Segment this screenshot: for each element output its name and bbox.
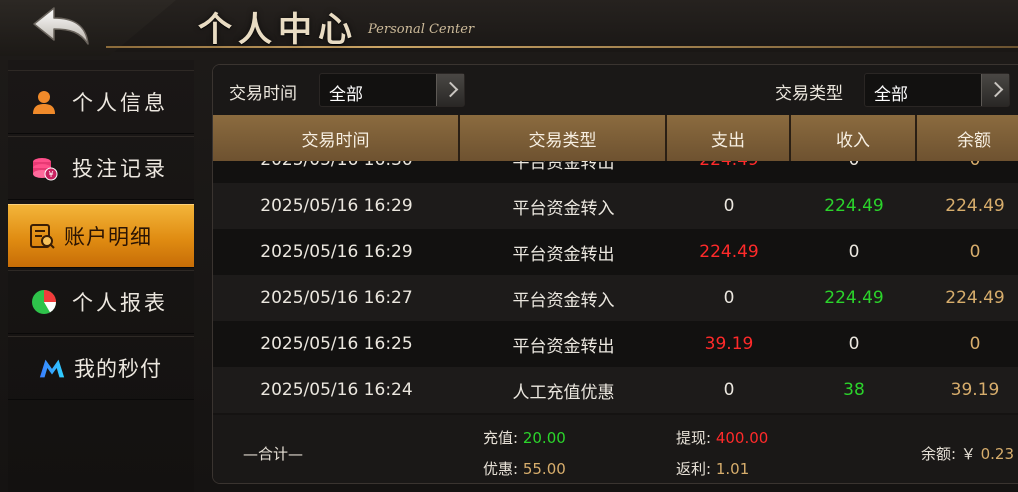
cell-time: 2025/05/16 16:24 bbox=[260, 380, 413, 400]
cell-time: 2025/05/16 16:27 bbox=[260, 288, 413, 308]
time-filter-value: 全部 bbox=[329, 85, 363, 105]
cell-time: 2025/05/16 16:29 bbox=[260, 242, 413, 262]
recharge-label: 充值: bbox=[483, 429, 519, 447]
table-row: 2025/05/16 16:30 平台资金转出 224.49 0 0 bbox=[213, 161, 1018, 183]
cell-time: 2025/05/16 16:30 bbox=[213, 161, 460, 183]
column-header-expense: 支出 bbox=[667, 115, 791, 161]
header-bar: 个人中心 Personal Center bbox=[0, 0, 1018, 56]
sidebar-item-label: 我的秒付 bbox=[74, 357, 162, 381]
m-logo-icon bbox=[38, 354, 66, 382]
sidebar-item-label: 个人信息 bbox=[72, 91, 168, 115]
balance-value: 0.23 bbox=[980, 445, 1015, 463]
chevron-right-icon bbox=[436, 74, 464, 106]
table-row: 2025/05/16 16:29 平台资金转出 224.49 0 0 bbox=[213, 229, 1018, 275]
table-header: 交易时间 交易类型 支出 收入 余额 bbox=[213, 115, 1018, 161]
back-arrow-icon bbox=[33, 7, 89, 45]
cell-income: 0 bbox=[848, 242, 860, 262]
bonus-label: 优惠: bbox=[483, 460, 519, 478]
cell-type: 平台资金转出 bbox=[512, 244, 615, 265]
cell-income: 0 bbox=[848, 334, 860, 354]
sidebar: 个人信息 ¥ 投注记录 账户明细 个人报表 我的秒付 bbox=[8, 60, 194, 492]
cell-time: 2025/05/16 16:29 bbox=[260, 196, 413, 216]
page-subtitle: Personal Center bbox=[368, 22, 475, 37]
cell-balance: 39.19 bbox=[950, 380, 1000, 400]
balance-label: 余额: ￥ bbox=[921, 445, 976, 463]
table-row: 2025/05/16 16:25 平台资金转出 39.19 0 0 bbox=[213, 321, 1018, 367]
type-filter-select[interactable]: 全部 bbox=[864, 73, 1010, 107]
svg-text:¥: ¥ bbox=[48, 170, 53, 179]
cell-type: 平台资金转出 bbox=[512, 161, 615, 173]
cell-expense: 0 bbox=[723, 288, 735, 308]
cell-expense: 39.19 bbox=[704, 334, 754, 354]
cell-balance: 0 bbox=[917, 161, 1018, 183]
cell-type: 平台资金转入 bbox=[512, 290, 615, 311]
withdraw-summary: 提现: 400.00 bbox=[676, 427, 768, 448]
sidebar-item-label: 投注记录 bbox=[72, 157, 168, 181]
account-details-panel: 交易时间 全部 交易类型 全部 交易时间 交易类型 支出 收入 余额 2025/… bbox=[212, 64, 1018, 484]
balance-summary: 余额: ￥ 0.23 bbox=[921, 443, 1014, 464]
bonus-summary: 优惠: 55.00 bbox=[483, 458, 566, 479]
sidebar-item-label: 账户明细 bbox=[64, 225, 152, 249]
total-label: —合计— bbox=[243, 445, 304, 463]
rebate-label: 返利: bbox=[676, 460, 712, 478]
table-row: 2025/05/16 16:24 人工充值优惠 0 38 39.19 bbox=[213, 367, 1018, 413]
sidebar-item-my-instant-pay[interactable]: 我的秒付 bbox=[8, 336, 194, 400]
user-icon bbox=[30, 88, 58, 116]
column-header-balance: 余额 bbox=[917, 115, 1018, 161]
sidebar-item-personal-info[interactable]: 个人信息 bbox=[8, 70, 194, 134]
app-window: 个人中心 Personal Center 个人信息 ¥ 投注记录 账户明细 个人… bbox=[0, 0, 1018, 492]
cell-income: 224.49 bbox=[824, 288, 884, 308]
cell-expense: 224.49 bbox=[667, 161, 791, 183]
cell-expense: 0 bbox=[723, 380, 735, 400]
sidebar-item-label: 个人报表 bbox=[72, 291, 168, 315]
cell-expense: 0 bbox=[723, 196, 735, 216]
time-filter-label: 交易时间 bbox=[229, 84, 297, 104]
column-header-type: 交易类型 bbox=[460, 115, 667, 161]
type-filter-label: 交易类型 bbox=[775, 84, 843, 104]
cell-balance: 224.49 bbox=[945, 288, 1005, 308]
type-filter-value: 全部 bbox=[874, 85, 908, 105]
cell-time: 2025/05/16 16:25 bbox=[260, 334, 413, 354]
rebate-value: 1.01 bbox=[715, 460, 750, 478]
transaction-list[interactable]: 2025/05/16 16:30 平台资金转出 224.49 0 0 2025/… bbox=[213, 161, 1018, 415]
back-button[interactable] bbox=[28, 4, 94, 48]
rebate-summary: 返利: 1.01 bbox=[676, 458, 749, 479]
cell-balance: 0 bbox=[969, 242, 981, 262]
cell-balance: 0 bbox=[969, 334, 981, 354]
table-row: 2025/05/16 16:27 平台资金转入 0 224.49 224.49 bbox=[213, 275, 1018, 321]
cell-income: 224.49 bbox=[824, 196, 884, 216]
time-filter-select[interactable]: 全部 bbox=[319, 73, 465, 107]
bonus-value: 55.00 bbox=[522, 460, 566, 478]
recharge-summary: 充值: 20.00 bbox=[483, 427, 566, 448]
page-title: 个人中心 bbox=[198, 10, 358, 50]
sidebar-item-account-details[interactable]: 账户明细 bbox=[8, 204, 194, 268]
recharge-value: 20.00 bbox=[522, 429, 566, 447]
chevron-right-icon bbox=[981, 74, 1009, 106]
cell-type: 平台资金转出 bbox=[512, 336, 615, 357]
filter-bar: 交易时间 全部 交易类型 全部 bbox=[213, 65, 1018, 115]
sidebar-item-bet-records[interactable]: ¥ 投注记录 bbox=[8, 136, 194, 200]
column-header-time: 交易时间 bbox=[213, 115, 460, 161]
summary-bar: —合计— 充值: 20.00 优惠: 55.00 提现: 400.00 返利: … bbox=[213, 415, 1018, 483]
account-detail-icon bbox=[28, 222, 56, 250]
cell-income: 0 bbox=[791, 161, 917, 183]
cell-type: 人工充值优惠 bbox=[512, 382, 615, 403]
cell-type: 平台资金转入 bbox=[512, 198, 615, 219]
sidebar-item-personal-report[interactable]: 个人报表 bbox=[8, 270, 194, 334]
table-row: 2025/05/16 16:29 平台资金转入 0 224.49 224.49 bbox=[213, 183, 1018, 229]
cell-balance: 224.49 bbox=[945, 196, 1005, 216]
coins-icon: ¥ bbox=[30, 154, 58, 182]
withdraw-value: 400.00 bbox=[715, 429, 769, 447]
cell-expense: 224.49 bbox=[699, 242, 759, 262]
column-header-income: 收入 bbox=[791, 115, 917, 161]
pie-chart-icon bbox=[30, 288, 58, 316]
cell-income: 38 bbox=[843, 380, 865, 400]
withdraw-label: 提现: bbox=[676, 429, 712, 447]
